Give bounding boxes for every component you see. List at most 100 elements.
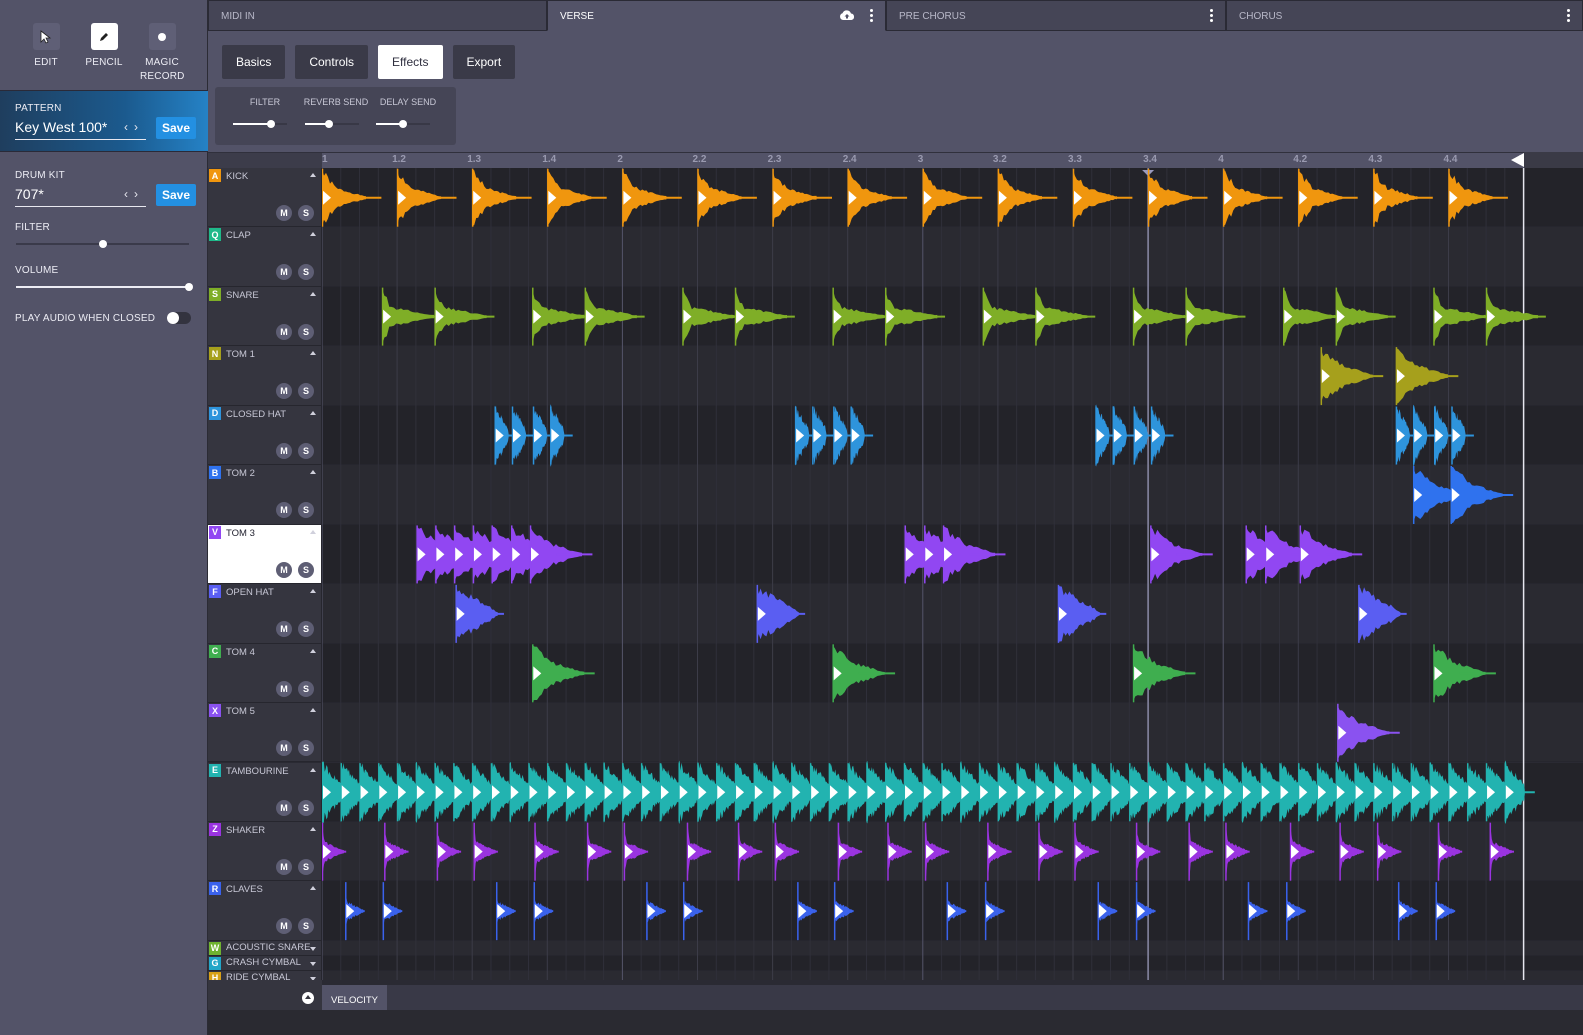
solo-button[interactable]: S bbox=[298, 442, 314, 459]
collapse-icon[interactable] bbox=[310, 589, 316, 594]
solo-button[interactable]: S bbox=[298, 621, 314, 638]
track-header[interactable]: C TOM 4 M S bbox=[208, 643, 322, 704]
solo-button[interactable]: S bbox=[298, 918, 314, 935]
solo-button[interactable]: S bbox=[298, 740, 314, 757]
track-header[interactable]: W ACOUSTIC SNARE bbox=[208, 940, 322, 956]
collapse-icon[interactable] bbox=[310, 291, 316, 296]
drum-kit-save-button[interactable]: Save bbox=[156, 184, 196, 206]
track-lane[interactable] bbox=[322, 970, 1583, 980]
track-lane[interactable] bbox=[322, 762, 1583, 822]
solo-button[interactable]: S bbox=[298, 323, 314, 340]
section-menu-icon[interactable] bbox=[1567, 9, 1570, 24]
tab-basics[interactable]: Basics bbox=[222, 45, 286, 79]
solo-button[interactable]: S bbox=[298, 858, 314, 875]
collapse-icon[interactable] bbox=[310, 410, 316, 415]
pattern-next-button[interactable]: › bbox=[134, 120, 144, 134]
solo-button[interactable]: S bbox=[298, 264, 314, 281]
section-tab-pre-chorus[interactable]: PRE CHORUS bbox=[886, 0, 1226, 31]
track-lane[interactable] bbox=[322, 405, 1583, 466]
track-header[interactable]: E TAMBOURINE M S bbox=[208, 762, 322, 822]
track-lane[interactable] bbox=[322, 643, 1583, 704]
collapse-icon[interactable] bbox=[310, 648, 316, 653]
collapse-icon[interactable] bbox=[310, 470, 316, 475]
track-lane[interactable] bbox=[322, 584, 1583, 644]
track-header[interactable]: D CLOSED HAT M S bbox=[208, 405, 322, 466]
mute-button[interactable]: M bbox=[276, 918, 292, 935]
drum-kit-prev-button[interactable]: ‹ bbox=[124, 187, 134, 201]
track-lane[interactable] bbox=[322, 821, 1583, 882]
track-lane[interactable] bbox=[322, 465, 1583, 525]
track-header[interactable]: B TOM 2 M S bbox=[208, 465, 322, 525]
section-menu-icon[interactable] bbox=[1210, 9, 1213, 24]
filter-slider-knob[interactable] bbox=[98, 240, 107, 248]
timeline-ruler[interactable]: 1 1.2 1.3 1.4 2 2.2 2.3 2.4 3 3.2 3.3 3.4 4 4.2 4.3 4.4… bbox=[322, 152, 1583, 168]
mute-button[interactable]: M bbox=[276, 442, 292, 459]
volume-slider[interactable] bbox=[16, 283, 193, 291]
tool-magic-record[interactable]: MAGIC RECORD bbox=[140, 23, 184, 90]
mute-button[interactable]: M bbox=[276, 740, 292, 757]
tool-edit[interactable]: EDIT bbox=[24, 23, 68, 90]
mute-button[interactable]: M bbox=[276, 561, 292, 578]
mute-button[interactable]: M bbox=[276, 205, 292, 221]
collapse-icon[interactable] bbox=[310, 351, 316, 356]
section-tab-midi-in[interactable]: MIDI IN bbox=[208, 0, 547, 31]
track-header[interactable]: F OPEN HAT M S bbox=[208, 584, 322, 644]
solo-button[interactable]: S bbox=[298, 205, 314, 221]
expand-icon[interactable] bbox=[310, 961, 316, 966]
fx-filter-slider[interactable] bbox=[233, 120, 287, 128]
tool-pencil[interactable]: PENCIL bbox=[82, 23, 126, 90]
mute-button[interactable]: M bbox=[276, 799, 292, 816]
filter-slider[interactable] bbox=[16, 240, 189, 248]
tab-effects[interactable]: Effects bbox=[378, 45, 443, 79]
collapse-icon[interactable] bbox=[310, 826, 316, 831]
mute-button[interactable]: M bbox=[276, 858, 292, 875]
track-lane[interactable] bbox=[322, 286, 1583, 347]
track-header[interactable]: Z SHAKER M S bbox=[208, 821, 322, 882]
fx-delay-slider[interactable] bbox=[376, 120, 430, 128]
collapse-icon[interactable] bbox=[310, 708, 316, 713]
collapse-icon[interactable] bbox=[310, 886, 316, 891]
drum-kit-next-button[interactable]: › bbox=[134, 187, 144, 201]
mute-button[interactable]: M bbox=[276, 680, 292, 697]
track-header[interactable]: N TOM 1 M S bbox=[208, 346, 322, 406]
track-header[interactable]: X TOM 5 M S bbox=[208, 703, 322, 763]
fx-reverb-slider[interactable] bbox=[305, 120, 359, 128]
solo-button[interactable]: S bbox=[298, 680, 314, 697]
expand-icon[interactable] bbox=[310, 946, 316, 951]
track-lane[interactable] bbox=[322, 168, 1583, 228]
track-header[interactable]: H RIDE CYMBAL bbox=[208, 970, 322, 980]
solo-button[interactable]: S bbox=[298, 502, 314, 519]
track-lane[interactable] bbox=[322, 703, 1583, 763]
mute-button[interactable]: M bbox=[276, 323, 292, 340]
collapse-icon[interactable] bbox=[310, 173, 316, 177]
mute-button[interactable]: M bbox=[276, 383, 292, 400]
collapse-icon[interactable] bbox=[310, 767, 316, 772]
tab-controls[interactable]: Controls bbox=[295, 45, 369, 79]
solo-button[interactable]: S bbox=[298, 383, 314, 400]
fx-reverb-knob[interactable] bbox=[325, 120, 334, 128]
pattern-save-button[interactable]: Save bbox=[156, 117, 196, 139]
track-lane[interactable] bbox=[322, 955, 1583, 971]
mute-button[interactable]: M bbox=[276, 621, 292, 638]
tab-export[interactable]: Export bbox=[452, 45, 516, 79]
track-lane[interactable] bbox=[322, 227, 1583, 287]
solo-button[interactable]: S bbox=[298, 561, 314, 578]
track-lane[interactable] bbox=[322, 881, 1583, 941]
track-lane[interactable] bbox=[322, 524, 1583, 585]
collapse-panel-icon[interactable] bbox=[302, 992, 314, 1004]
section-tab-verse[interactable]: VERSE bbox=[547, 0, 886, 31]
play-audio-toggle[interactable] bbox=[167, 312, 191, 324]
track-header[interactable]: S SNARE M S bbox=[208, 286, 322, 347]
track-lane[interactable] bbox=[322, 346, 1583, 406]
fx-filter-knob[interactable] bbox=[266, 120, 275, 128]
track-header[interactable]: G CRASH CYMBAL bbox=[208, 955, 322, 971]
drum-kit-field[interactable]: 707* ‹› bbox=[15, 185, 146, 207]
track-header[interactable]: R CLAVES M S bbox=[208, 881, 322, 941]
track-lane[interactable] bbox=[322, 940, 1583, 956]
collapse-icon[interactable] bbox=[310, 232, 316, 237]
mute-button[interactable]: M bbox=[276, 264, 292, 281]
fx-delay-knob[interactable] bbox=[399, 120, 407, 128]
mute-button[interactable]: M bbox=[276, 502, 292, 519]
cloud-upload-icon[interactable] bbox=[839, 10, 855, 24]
track-header[interactable]: V TOM 3 M S bbox=[208, 524, 322, 585]
